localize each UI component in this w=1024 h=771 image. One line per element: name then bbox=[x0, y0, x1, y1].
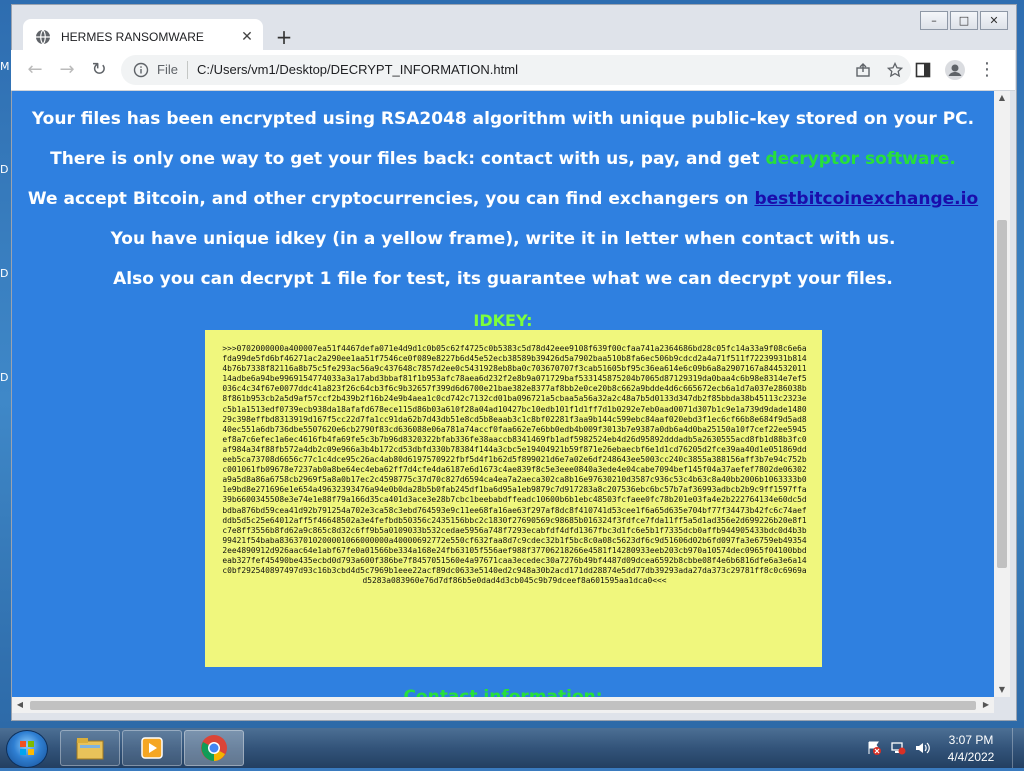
url-scheme-label: File bbox=[157, 62, 178, 77]
vertical-scrollbar[interactable]: ▲ ▼ bbox=[994, 91, 1010, 697]
side-panel-icon[interactable] bbox=[915, 62, 931, 78]
desktop-icon-label-fragment: D bbox=[0, 163, 9, 176]
ransom-message-line: You have unique idkey (in a yellow frame… bbox=[110, 229, 896, 249]
idkey-heading: IDKEY: bbox=[473, 311, 533, 330]
close-window-button[interactable]: ✕ bbox=[980, 11, 1008, 30]
globe-icon bbox=[36, 29, 50, 45]
new-tab-button[interactable]: + bbox=[272, 25, 296, 49]
share-icon[interactable] bbox=[855, 62, 871, 78]
start-button[interactable] bbox=[6, 730, 48, 768]
network-icon[interactable] bbox=[890, 740, 906, 756]
idkey-value[interactable]: >>>0702000000a400007ea51f4467defa071e4d9… bbox=[221, 344, 808, 586]
address-bar[interactable]: File C:/Users/vm1/Desktop/DECRYPT_INFORM… bbox=[121, 55, 911, 85]
vertical-scroll-thumb[interactable] bbox=[997, 220, 1007, 568]
ransom-message-text: We accept Bitcoin, and other cryptocurre… bbox=[27, 189, 755, 209]
chrome-icon bbox=[201, 735, 227, 761]
windows-logo-icon bbox=[20, 741, 34, 755]
taskbar-chrome[interactable] bbox=[184, 730, 244, 766]
forward-button[interactable]: → bbox=[57, 60, 77, 80]
maximize-button[interactable]: □ bbox=[950, 11, 978, 30]
taskbar-media-player[interactable] bbox=[122, 730, 182, 766]
page-content: Your files has been encrypted using RSA2… bbox=[12, 91, 994, 697]
ransom-message-text: There is only one way to get your files … bbox=[50, 149, 766, 169]
action-center-flag-icon[interactable] bbox=[866, 740, 882, 756]
horizontal-scroll-thumb[interactable] bbox=[30, 701, 976, 710]
ransom-message-line: There is only one way to get your files … bbox=[12, 149, 994, 169]
url-text[interactable]: C:/Users/vm1/Desktop/DECRYPT_INFORMATION… bbox=[197, 62, 518, 77]
info-icon[interactable] bbox=[133, 62, 149, 78]
scroll-up-arrow-icon[interactable]: ▲ bbox=[994, 91, 1010, 105]
tab-title: HERMES RANSOMWARE bbox=[61, 30, 204, 44]
show-desktop-button[interactable] bbox=[1012, 728, 1024, 768]
exchanger-link[interactable]: bestbitcoinexchange.io bbox=[754, 189, 978, 209]
desktop-icon-label-fragment: D bbox=[0, 267, 9, 280]
media-player-icon bbox=[141, 737, 163, 759]
desktop-icon-label-fragment: D bbox=[0, 371, 9, 384]
browser-toolbar: ← → ↻ File C:/Users/vm1/Desktop/DECRYPT_… bbox=[11, 50, 1015, 91]
clock-time[interactable]: 3:07 PM bbox=[946, 733, 996, 747]
ransom-message-line: Also you can decrypt 1 file for test, it… bbox=[113, 269, 893, 289]
contact-heading: Contact information: bbox=[403, 687, 603, 697]
scroll-right-arrow-icon[interactable]: ▶ bbox=[978, 698, 994, 712]
minimize-button[interactable]: – bbox=[920, 11, 948, 30]
taskbar: 3:07 PM 4/4/2022 bbox=[0, 728, 1024, 768]
volume-icon[interactable] bbox=[914, 740, 930, 756]
scroll-down-arrow-icon[interactable]: ▼ bbox=[994, 683, 1010, 697]
window-controls: – □ ✕ bbox=[920, 11, 1008, 30]
decryptor-highlight: decryptor software. bbox=[765, 149, 956, 169]
reload-button[interactable]: ↻ bbox=[89, 60, 109, 80]
back-button[interactable]: ← bbox=[25, 60, 45, 80]
url-divider bbox=[187, 61, 188, 79]
desktop-icon-label-fragment: M bbox=[0, 60, 10, 73]
ransom-message-line: Your files has been encrypted using RSA2… bbox=[31, 109, 975, 129]
clock-date[interactable]: 4/4/2022 bbox=[946, 750, 996, 764]
bookmark-star-icon[interactable] bbox=[887, 62, 903, 78]
horizontal-scrollbar[interactable]: ◀ ▶ bbox=[12, 697, 994, 713]
close-tab-icon[interactable]: ✕ bbox=[239, 29, 255, 45]
scroll-left-arrow-icon[interactable]: ◀ bbox=[12, 698, 28, 712]
ransom-message-line: We accept Bitcoin, and other cryptocurre… bbox=[12, 189, 994, 209]
profile-avatar-icon[interactable] bbox=[945, 60, 965, 80]
taskbar-explorer[interactable] bbox=[60, 730, 120, 766]
idkey-frame: >>>0702000000a400007ea51f4467defa071e4d9… bbox=[205, 330, 822, 667]
browser-menu-button[interactable]: ⋮ bbox=[977, 60, 997, 80]
explorer-icon bbox=[76, 738, 104, 760]
